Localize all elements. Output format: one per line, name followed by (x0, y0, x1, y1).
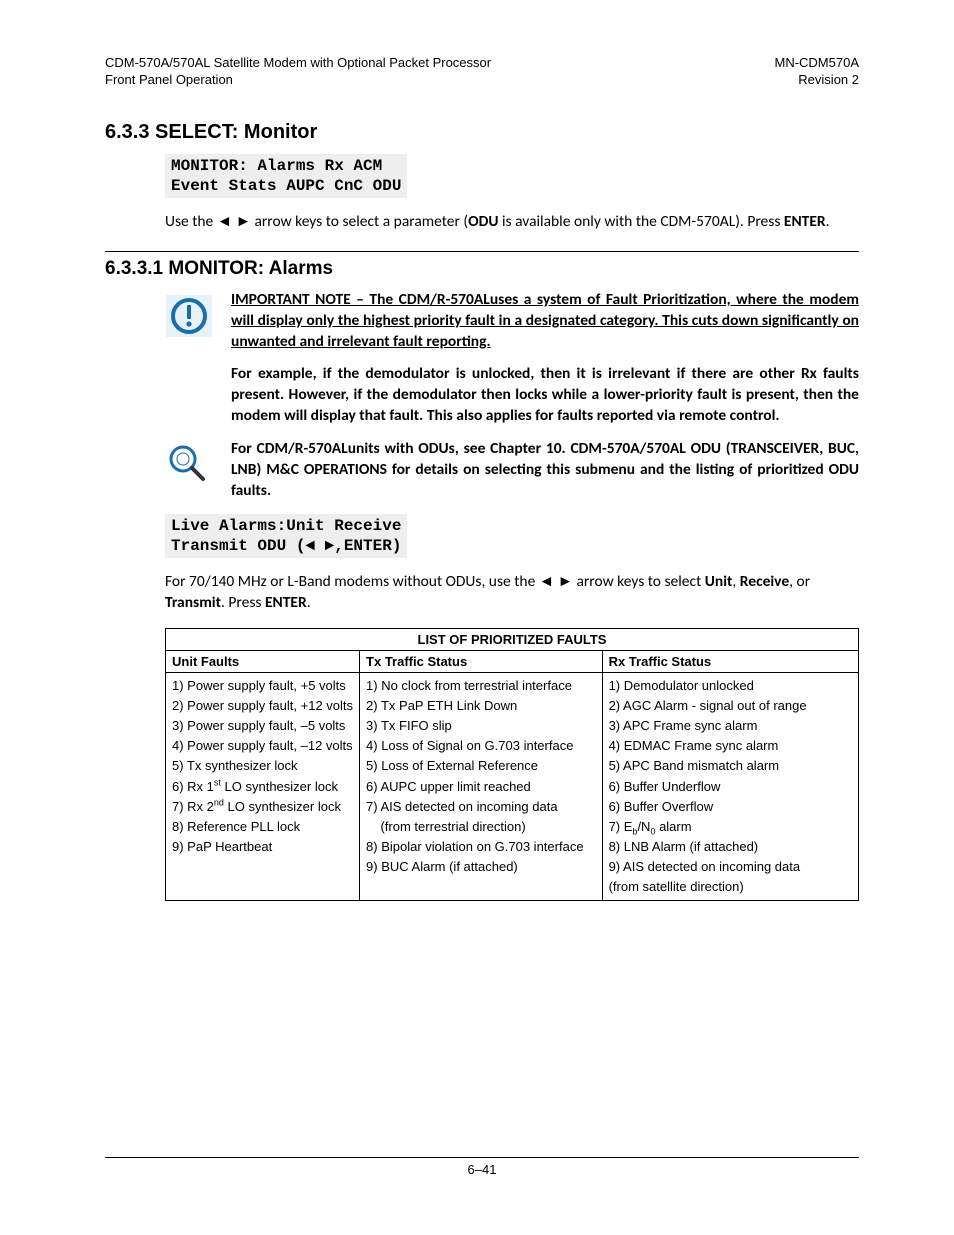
table-header-row: Unit Faults Tx Traffic Status Rx Traffic… (166, 650, 859, 672)
list-item: 9) BUC Alarm (if attached) (366, 857, 596, 877)
list-item: 3) Power supply fault, –5 volts (172, 716, 353, 736)
page-number: 6–41 (468, 1162, 497, 1177)
list-item: 7) AIS detected on incoming data (from t… (366, 797, 596, 837)
col2-cell: 1) No clock from terrestrial interface 2… (360, 672, 603, 901)
text-fragment: , or (789, 572, 810, 591)
list-item: 2) Tx PaP ETH Link Down (366, 696, 596, 716)
note-example-bold: For example, if the demodulator is unloc… (231, 364, 859, 425)
lcd-display-monitor: MONITOR: Alarms Rx ACM Event Stats AUPC … (165, 154, 407, 198)
list-item: 7) Rx 2nd LO synthesizer lock (172, 797, 353, 817)
header-left-line2: Front Panel Operation (105, 72, 491, 89)
header-right-line1: MN-CDM570A (774, 55, 859, 72)
col1-header: Unit Faults (166, 650, 360, 672)
table-title-row: LIST OF PRIORITIZED FAULTS (166, 628, 859, 650)
table-data-row: 1) Power supply fault, +5 volts 2) Power… (166, 672, 859, 901)
list-item: 9) AIS detected on incoming data(from sa… (609, 857, 852, 897)
list-item: 1) Demodulator unlocked (609, 676, 852, 696)
header-right-line2: Revision 2 (774, 72, 859, 89)
header-left: CDM-570A/570AL Satellite Modem with Opti… (105, 55, 491, 89)
list-item: 4) Power supply fault, –12 volts (172, 736, 353, 756)
magnify-note-text: For CDM/R-570ALunits with ODUs, see Chap… (231, 439, 859, 502)
list-item: 8) Bipolar violation on G.703 interface (366, 837, 596, 857)
list-item: 2) AGC Alarm - signal out of range (609, 696, 852, 716)
list-item: 2) Power supply fault, +12 volts (172, 696, 353, 716)
list-item: 8) LNB Alarm (if attached) (609, 837, 852, 857)
header-left-line1: CDM-570A/570AL Satellite Modem with Opti… (105, 55, 491, 72)
col2-header: Tx Traffic Status (360, 650, 603, 672)
text-bold: ENTER (784, 212, 826, 231)
list-item: 4) EDMAC Frame sync alarm (609, 736, 852, 756)
list-item: 5) Tx synthesizer lock (172, 756, 353, 776)
alert-icon (165, 290, 215, 345)
list-item: 1) No clock from terrestrial interface (366, 676, 596, 696)
important-note-text: IMPORTANT NOTE – The CDM/R-570ALuses a s… (231, 290, 859, 353)
magnify-note-bold: For CDM/R-570ALunits with ODUs, see Chap… (231, 439, 859, 500)
icon-spacer (165, 364, 215, 366)
text-fragment: For 70/140 MHz or L-Band modems without … (165, 572, 705, 591)
list-item: 6) Buffer Underflow (609, 777, 852, 797)
list-item: 3) APC Frame sync alarm (609, 716, 852, 736)
page-footer: 6–41 (105, 1157, 859, 1177)
list-item: 6) AUPC upper limit reached (366, 777, 596, 797)
section-divider (105, 251, 859, 252)
section-heading-633: 6.3.3 SELECT: Monitor (105, 121, 859, 144)
list-item: 5) Loss of External Reference (366, 756, 596, 776)
list-item: 1) Power supply fault, +5 volts (172, 676, 353, 696)
text-bold: Unit (705, 572, 733, 591)
col1-cell: 1) Power supply fault, +5 volts 2) Power… (166, 672, 360, 901)
section-heading-6331: 6.3.3.1 MONITOR: Alarms (105, 258, 859, 280)
list-item: 6) Rx 1st LO synthesizer lock (172, 777, 353, 797)
table-title: LIST OF PRIORITIZED FAULTS (166, 628, 859, 650)
list-item: 4) Loss of Signal on G.703 interface (366, 736, 596, 756)
lcd-display-live-alarms: Live Alarms:Unit Receive Transmit ODU (◄… (165, 514, 407, 558)
text-bold: Transmit (165, 593, 221, 612)
list-item: 8) Reference PLL lock (172, 817, 353, 837)
faults-table: LIST OF PRIORITIZED FAULTS Unit Faults T… (165, 628, 859, 902)
list-item: 7) Eb/N0 alarm (609, 817, 852, 837)
text-fragment: . (307, 593, 311, 612)
text-fragment: Use the ◄ ► arrow keys to select a param… (165, 212, 468, 231)
text-fragment: . (826, 212, 830, 231)
text-bold: ENTER (265, 593, 307, 612)
text-fragment: . Press (221, 593, 265, 612)
list-item: 6) Buffer Overflow (609, 797, 852, 817)
header-right: MN-CDM570A Revision 2 (774, 55, 859, 89)
text-bold: Receive (740, 572, 789, 591)
list-item: 9) PaP Heartbeat (172, 837, 353, 857)
page: CDM-570A/570AL Satellite Modem with Opti… (0, 0, 954, 1235)
note-example-row: For example, if the demodulator is unloc… (165, 364, 859, 427)
col3-cell: 1) Demodulator unlocked 2) AGC Alarm - s… (602, 672, 858, 901)
list-item: 5) APC Band mismatch alarm (609, 756, 852, 776)
magnify-note-row: For CDM/R-570ALunits with ODUs, see Chap… (165, 439, 859, 502)
paragraph-alarms-usage: For 70/140 MHz or L-Band modems without … (165, 572, 859, 614)
text-fragment: , (732, 572, 739, 591)
text-bold: ODU (468, 212, 498, 231)
note-example-text: For example, if the demodulator is unloc… (231, 364, 859, 427)
paragraph-monitor-usage: Use the ◄ ► arrow keys to select a param… (165, 212, 859, 233)
list-item: 3) Tx FIFO slip (366, 716, 596, 736)
text-fragment: is available only with the CDM-570AL). P… (499, 212, 784, 231)
magnify-icon (165, 439, 215, 490)
col3-header: Rx Traffic Status (602, 650, 858, 672)
page-header: CDM-570A/570AL Satellite Modem with Opti… (105, 55, 859, 89)
important-note-row: IMPORTANT NOTE – The CDM/R-570ALuses a s… (165, 290, 859, 353)
